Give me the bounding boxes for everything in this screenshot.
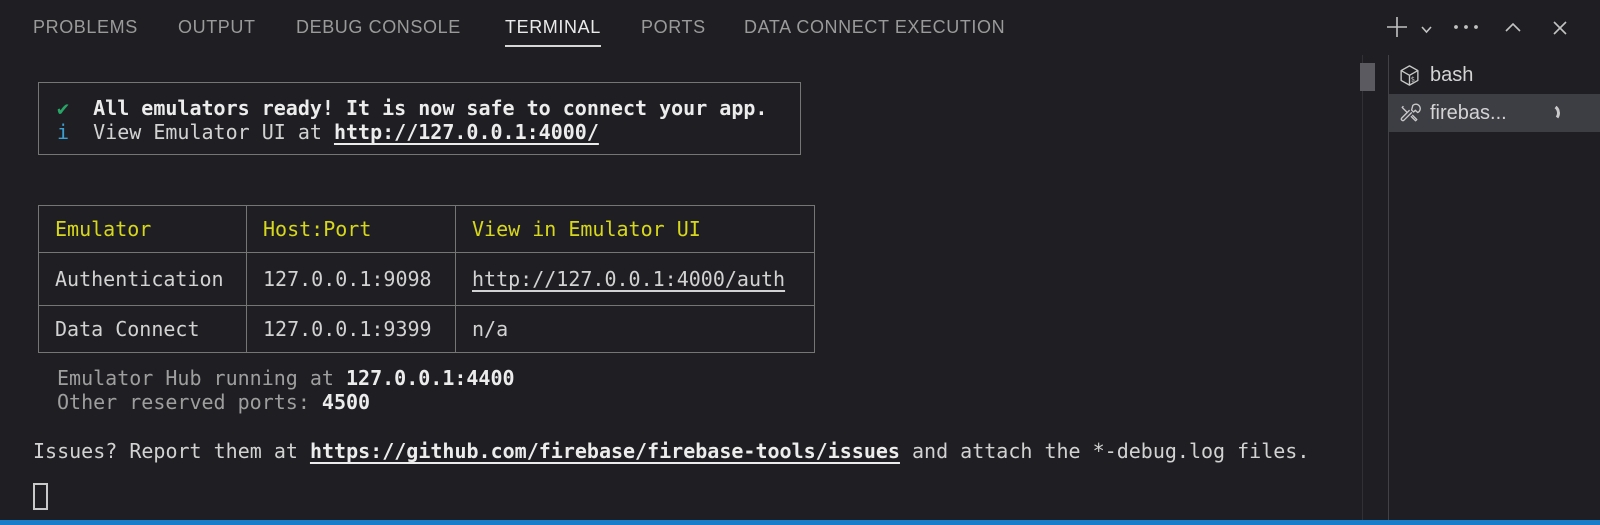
ready-message: All emulators ready! It is now safe to c… [93,96,767,120]
panel-bottom-accent [0,520,1600,525]
terminal-instance-bash[interactable]: $ bash [1389,56,1600,94]
terminal-panel: PROBLEMS OUTPUT DEBUG CONSOLE TERMINAL P… [0,0,1600,525]
tab-terminal[interactable]: TERMINAL [505,17,601,47]
ready-line: ✔ All emulators ready! It is now safe to… [57,96,767,120]
table-header-row: Emulator Host:Port View in Emulator UI [39,206,815,253]
loading-spinner-icon [1541,103,1561,123]
svg-text:$: $ [1411,75,1415,83]
terminal-cursor [33,483,48,510]
emulator-ui-link[interactable]: http://127.0.0.1:4000/ [334,120,599,144]
emulator-table: Emulator Host:Port View in Emulator UI A… [38,205,815,353]
cell-emulator-name: Data Connect [39,306,247,353]
issues-line: Issues? Report them at https://github.co… [33,439,1309,463]
tab-output[interactable]: OUTPUT [178,17,256,38]
ports-value: 4500 [322,390,370,414]
tab-data-connect-execution[interactable]: DATA CONNECT EXECUTION [744,17,1005,38]
hub-prefix: Emulator Hub running at [57,366,346,390]
emulator-ui-line: i View Emulator UI at http://127.0.0.1:4… [57,120,599,144]
panel-tabbar: PROBLEMS OUTPUT DEBUG CONSOLE TERMINAL P… [0,0,1600,55]
tools-icon [1398,102,1421,125]
col-header-view-in-ui: View in Emulator UI [456,206,815,253]
terminal-instance-list: $ bash firebas... [1389,56,1600,132]
cell-auth-ui-link[interactable]: http://127.0.0.1:4000/auth [456,253,815,306]
col-header-host-port: Host:Port [247,206,456,253]
cell-emulator-name: Authentication [39,253,247,306]
terminal-instance-label: bash [1430,64,1473,87]
ports-prefix: Other reserved ports: [57,390,322,414]
launch-profile-chevron-down-icon[interactable] [1417,20,1435,38]
emulators-ready-box: ✔ All emulators ready! It is now safe to… [38,82,801,155]
tab-ports[interactable]: PORTS [641,17,706,38]
terminal-instance-firebase[interactable]: firebas... [1389,94,1600,132]
check-icon: ✔ [57,96,69,120]
hub-line: Emulator Hub running at 127.0.0.1:4400 [57,366,515,390]
issues-suffix: and attach the *-debug.log files. [900,439,1309,463]
more-actions-ellipsis-icon[interactable] [1449,19,1483,35]
emulator-ui-prefix: View Emulator UI at [93,120,334,144]
col-header-emulator: Emulator [39,206,247,253]
tab-problems[interactable]: PROBLEMS [33,17,138,38]
bash-cube-icon: $ [1398,64,1421,87]
close-panel-icon[interactable] [1548,16,1572,40]
issues-link[interactable]: https://github.com/firebase/firebase-too… [310,439,900,463]
cell-host-port: 127.0.0.1:9399 [247,306,456,353]
table-row: Authentication 127.0.0.1:9098 http://127… [39,253,815,306]
terminal-instance-label: firebas... [1430,102,1507,125]
hub-address: 127.0.0.1:4400 [346,366,515,390]
maximize-panel-chevron-up-icon[interactable] [1502,17,1524,39]
issues-prefix: Issues? Report them at [33,439,310,463]
tab-debug-console[interactable]: DEBUG CONSOLE [296,17,461,38]
cell-view-ui: n/a [456,306,815,353]
table-row: Data Connect 127.0.0.1:9399 n/a [39,306,815,353]
reserved-ports-line: Other reserved ports: 4500 [57,390,370,414]
cell-host-port: 127.0.0.1:9098 [247,253,456,306]
scrollbar-track-line [1362,55,1363,520]
terminal-scrollbar-thumb[interactable] [1360,63,1375,91]
info-icon: i [57,120,69,144]
new-terminal-plus-icon[interactable] [1381,11,1413,43]
